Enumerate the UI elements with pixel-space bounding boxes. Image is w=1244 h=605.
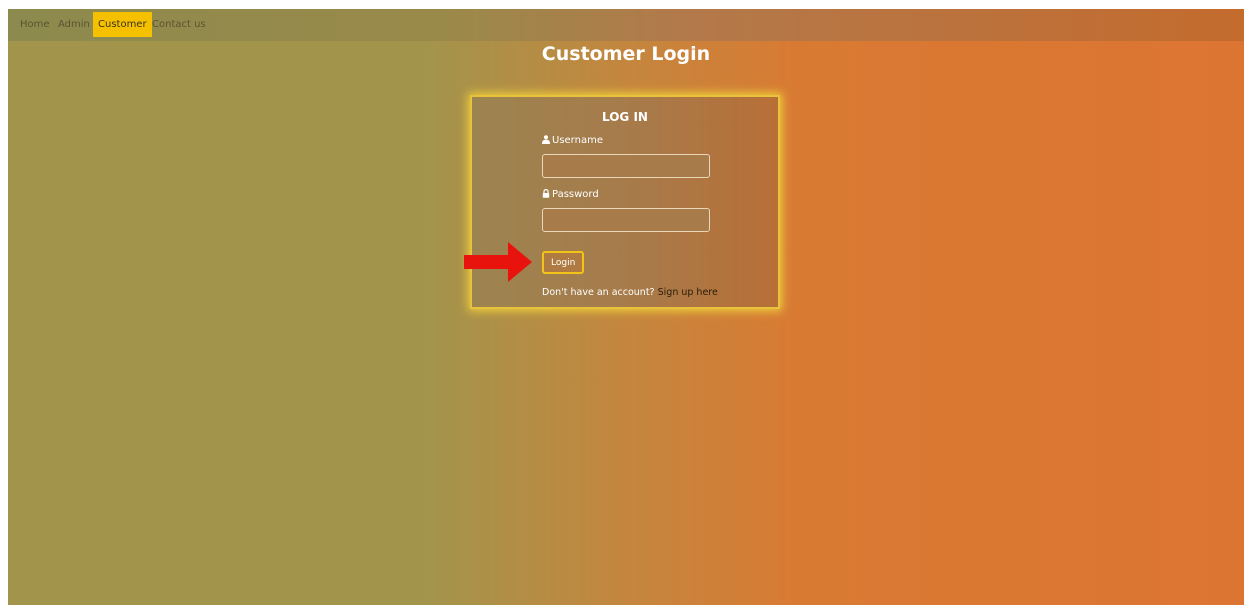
nav-home-link[interactable]: Home bbox=[20, 12, 50, 37]
password-label-row: Password bbox=[542, 188, 599, 200]
signup-prompt: Don't have an account? bbox=[542, 287, 655, 298]
page-title: Customer Login bbox=[541, 43, 711, 65]
page-background: Home Admin Customer Contact us Customer … bbox=[8, 9, 1244, 605]
username-label: Username bbox=[552, 135, 603, 146]
red-arrow-right-icon bbox=[464, 242, 532, 282]
username-input[interactable] bbox=[542, 154, 710, 178]
user-icon bbox=[542, 135, 550, 144]
login-heading: LOG IN bbox=[602, 110, 648, 124]
nav-customer-link[interactable]: Customer bbox=[93, 12, 152, 37]
nav-contact-link[interactable]: Contact us bbox=[152, 12, 206, 37]
login-button[interactable]: Login bbox=[542, 251, 585, 274]
password-input[interactable] bbox=[542, 208, 710, 232]
signup-prompt-row: Don't have an account? Sign up here bbox=[542, 287, 718, 298]
username-label-row: Username bbox=[542, 135, 603, 146]
navbar: Home Admin Customer Contact us bbox=[8, 9, 1244, 41]
signup-link[interactable]: Sign up here bbox=[658, 287, 718, 298]
nav-admin-link[interactable]: Admin bbox=[58, 12, 90, 37]
lock-icon bbox=[542, 188, 550, 198]
password-label: Password bbox=[552, 189, 599, 200]
